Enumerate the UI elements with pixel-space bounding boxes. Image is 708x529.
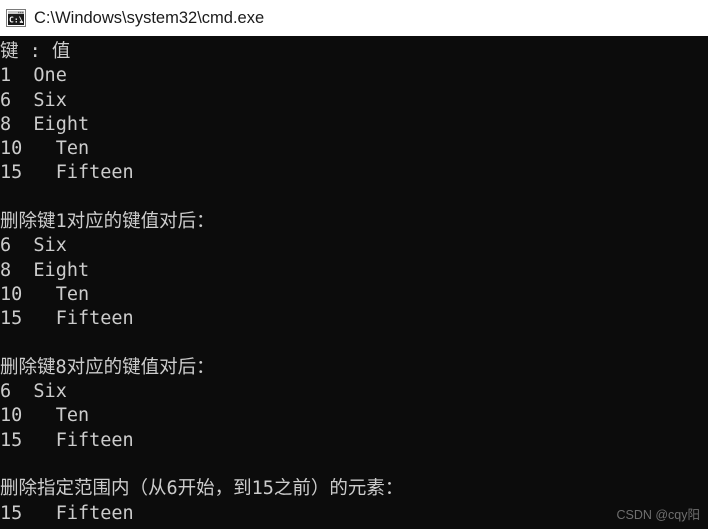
console-line: 8 Eight — [0, 259, 90, 281]
console-line: 6 Six — [0, 381, 67, 403]
svg-text:C:\: C:\ — [9, 15, 24, 24]
console-output-area[interactable]: 键 : 值1 One 6 Six 8 Eight 10 Ten 15 Fifteen 删… — [0, 36, 708, 529]
console-line: 10 Ten — [0, 283, 90, 305]
console-line: 删除键1对应的键值对后： — [0, 211, 215, 233]
console-line: 10 Ten — [0, 405, 90, 427]
console-line: 删除指定范围内（从6开始，到15之前）的元素： — [0, 478, 404, 500]
console-line: 10 Ten — [0, 138, 90, 160]
console-line: 1 One — [0, 65, 67, 87]
console-line: 15 Fifteen — [0, 502, 134, 524]
console-line: 删除键8对应的键值对后： — [0, 356, 215, 378]
console-line: 8 Eight — [0, 113, 90, 135]
console-text: 键 : 值1 One 6 Six 8 Eight 10 Ten 15 Fifteen 删… — [0, 36, 708, 526]
console-line: 6 Six — [0, 89, 67, 111]
title-bar: C:\ C:\Windows\system32\cmd.exe — [0, 0, 708, 36]
console-line: 15 Fifteen — [0, 429, 134, 451]
console-line: 6 Six — [0, 235, 67, 257]
console-line: 15 Fifteen — [0, 162, 134, 184]
console-line: 15 Fifteen — [0, 308, 134, 330]
cmd-console-icon: C:\ — [6, 9, 26, 27]
cmd-window: C:\ C:\Windows\system32\cmd.exe 键 : 值 1 O… — [0, 0, 708, 529]
csdn-watermark: CSDN @cqy阳 — [616, 508, 700, 522]
window-title: C:\Windows\system32\cmd.exe — [34, 9, 265, 27]
console-line: 键 : 值 — [0, 41, 71, 62]
